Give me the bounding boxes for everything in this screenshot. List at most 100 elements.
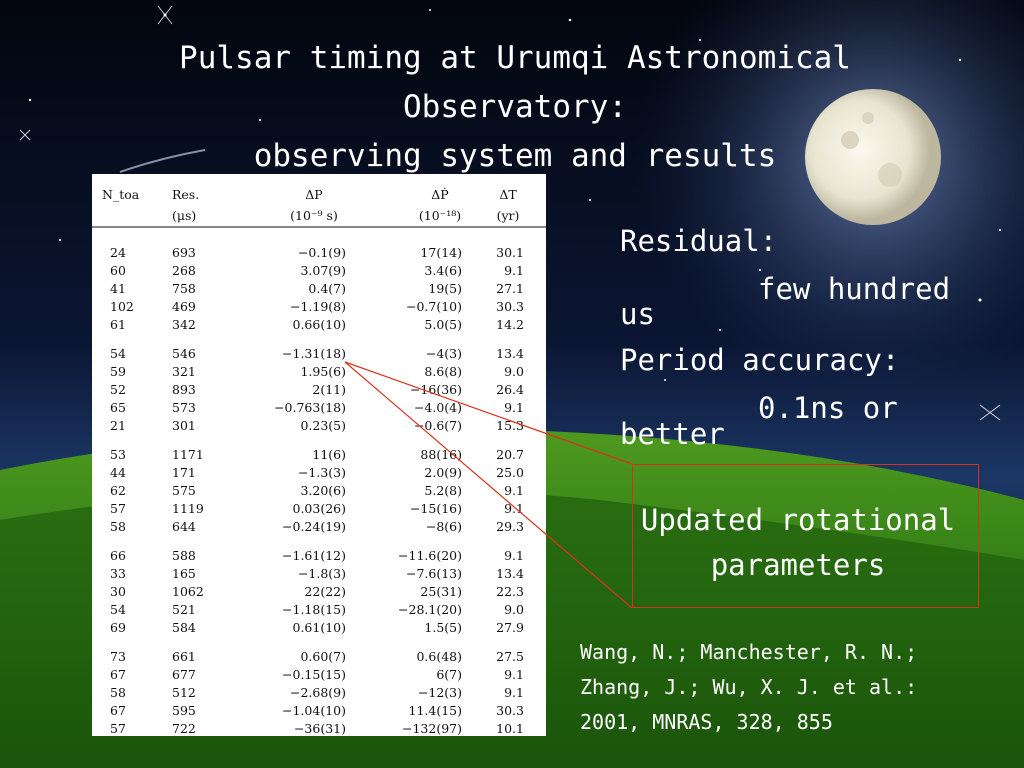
- table-header-3: ΔṖ: [431, 187, 448, 202]
- table-header-unit-4: (yr): [497, 208, 520, 223]
- table-cell: 722: [172, 721, 196, 736]
- table-cell: 66: [110, 548, 126, 563]
- table-cell: 10.1: [496, 721, 524, 736]
- table-cell: 102: [110, 299, 134, 314]
- table-cell: 9.1: [504, 548, 524, 563]
- table-cell: 22(22): [304, 584, 346, 599]
- table-header-unit-1: (μs): [172, 208, 196, 223]
- table-cell: 27.1: [496, 281, 524, 296]
- table-cell: 21: [110, 418, 126, 433]
- table-cell: −0.15(15): [282, 667, 346, 682]
- table-cell: 0.61(10): [293, 620, 347, 635]
- table-cell: 13.4: [496, 566, 524, 581]
- table-cell: −132(97): [402, 721, 462, 736]
- table-cell: −0.763(18): [274, 400, 346, 415]
- table-cell: −0.7(10): [406, 299, 462, 314]
- table-cell: 893: [172, 382, 196, 397]
- table-cell: −4.0(4): [414, 400, 462, 415]
- table-cell: −1.3(3): [298, 465, 346, 480]
- table-cell: −1.04(10): [282, 703, 346, 718]
- reference-line-1: Wang, N.; Manchester, R. N.;: [580, 640, 918, 664]
- table-cell: −8(6): [426, 519, 462, 534]
- table-cell: 8.6(8): [424, 364, 462, 379]
- table-cell: −0.6(7): [414, 418, 462, 433]
- table-cell: 26.4: [496, 382, 524, 397]
- table-cell: 5.0(5): [424, 317, 462, 332]
- table-cell: 57: [110, 501, 126, 516]
- table-cell: 17(14): [420, 245, 462, 260]
- period-tail: better: [620, 417, 725, 451]
- table-cell: 165: [172, 566, 196, 581]
- table-cell: 575: [172, 483, 196, 498]
- table-cell: 9.0: [504, 602, 524, 617]
- table-cell: 521: [172, 602, 196, 617]
- table-cell: 9.0: [504, 364, 524, 379]
- table-cell: 30: [110, 584, 126, 599]
- table-cell: 58: [110, 519, 126, 534]
- table-cell: 73: [110, 649, 126, 664]
- table-cell: 9.1: [504, 483, 524, 498]
- table-cell: −11.6(20): [398, 548, 462, 563]
- table-cell: 11.4(15): [409, 703, 463, 718]
- table-cell: 342: [172, 317, 196, 332]
- table-cell: −28.1(20): [398, 602, 462, 617]
- table-cell: 0.23(5): [300, 418, 346, 433]
- table-cell: 0.6(48): [416, 649, 462, 664]
- table-cell: −1.19(8): [290, 299, 346, 314]
- table-cell: 595: [172, 703, 196, 718]
- table-cell: 9.1: [504, 400, 524, 415]
- table-cell: 22.3: [496, 584, 524, 599]
- table-cell: 758: [172, 281, 196, 296]
- table-cell: −7.6(13): [406, 566, 462, 581]
- table-cell: 301: [172, 418, 196, 433]
- table-cell: 512: [172, 685, 196, 700]
- table-cell: −0.24(19): [282, 519, 346, 534]
- table-cell: 3.4(6): [424, 263, 462, 278]
- table-cell: −16(36): [410, 382, 462, 397]
- table-cell: 3.07(9): [300, 263, 346, 278]
- table-cell: 573: [172, 400, 196, 415]
- table-cell: 584: [172, 620, 196, 635]
- callout-text: Updated rotational parameters: [640, 503, 956, 582]
- residual-label: Residual:: [620, 224, 778, 258]
- residual-value: few hundred: [758, 272, 951, 306]
- table-cell: 88(16): [420, 447, 462, 462]
- table-cell: 9.1: [504, 685, 524, 700]
- table-cell: 1119: [172, 501, 204, 516]
- table-cell: −1.61(12): [282, 548, 346, 563]
- table-cell: 644: [172, 519, 196, 534]
- table-header-unit-2: (10⁻⁹ s): [290, 208, 338, 223]
- table-cell: 171: [172, 465, 196, 480]
- slide-title: Pulsar timing at Urumqi Astronomical Obs…: [179, 40, 851, 174]
- table-cell: 59: [110, 364, 126, 379]
- table-image: N_toa Res. (μs) ΔP (10⁻⁹ s) ΔṖ (10⁻¹⁸) ΔT (yr) 24…: [92, 187, 546, 736]
- table-cell: −0.1(9): [298, 245, 346, 260]
- table-cell: 661: [172, 649, 196, 664]
- table-cell: 9.1: [504, 667, 524, 682]
- table-cell: 15.3: [496, 418, 524, 433]
- table-cell: 1.5(5): [424, 620, 462, 635]
- table-cell: 27.9: [496, 620, 524, 635]
- table-cell: 0.60(7): [300, 649, 346, 664]
- table-header-2: ΔP: [305, 187, 322, 202]
- table-cell: 44: [110, 465, 126, 480]
- table-cell: 60: [110, 263, 126, 278]
- table-cell: 0.66(10): [293, 317, 347, 332]
- table-cell: −36(31): [294, 721, 346, 736]
- table-cell: −4(3): [426, 346, 462, 361]
- table-header-1: Res.: [172, 187, 199, 202]
- table-cell: 693: [172, 245, 196, 260]
- table-header-0: N_toa: [102, 187, 140, 202]
- table-cell: 52: [110, 382, 126, 397]
- table-cell: 24: [110, 245, 126, 260]
- table-cell: 6(7): [436, 667, 462, 682]
- table-cell: 29.3: [496, 519, 524, 534]
- table-cell: −1.8(3): [298, 566, 346, 581]
- table-cell: 1062: [172, 584, 204, 599]
- table-cell: 54: [110, 602, 126, 617]
- table-cell: 1171: [172, 447, 204, 462]
- table-cell: 54: [110, 346, 126, 361]
- table-cell: 69: [110, 620, 126, 635]
- table-cell: 61: [110, 317, 126, 332]
- table-header-unit-3: (10⁻¹⁸): [419, 208, 461, 223]
